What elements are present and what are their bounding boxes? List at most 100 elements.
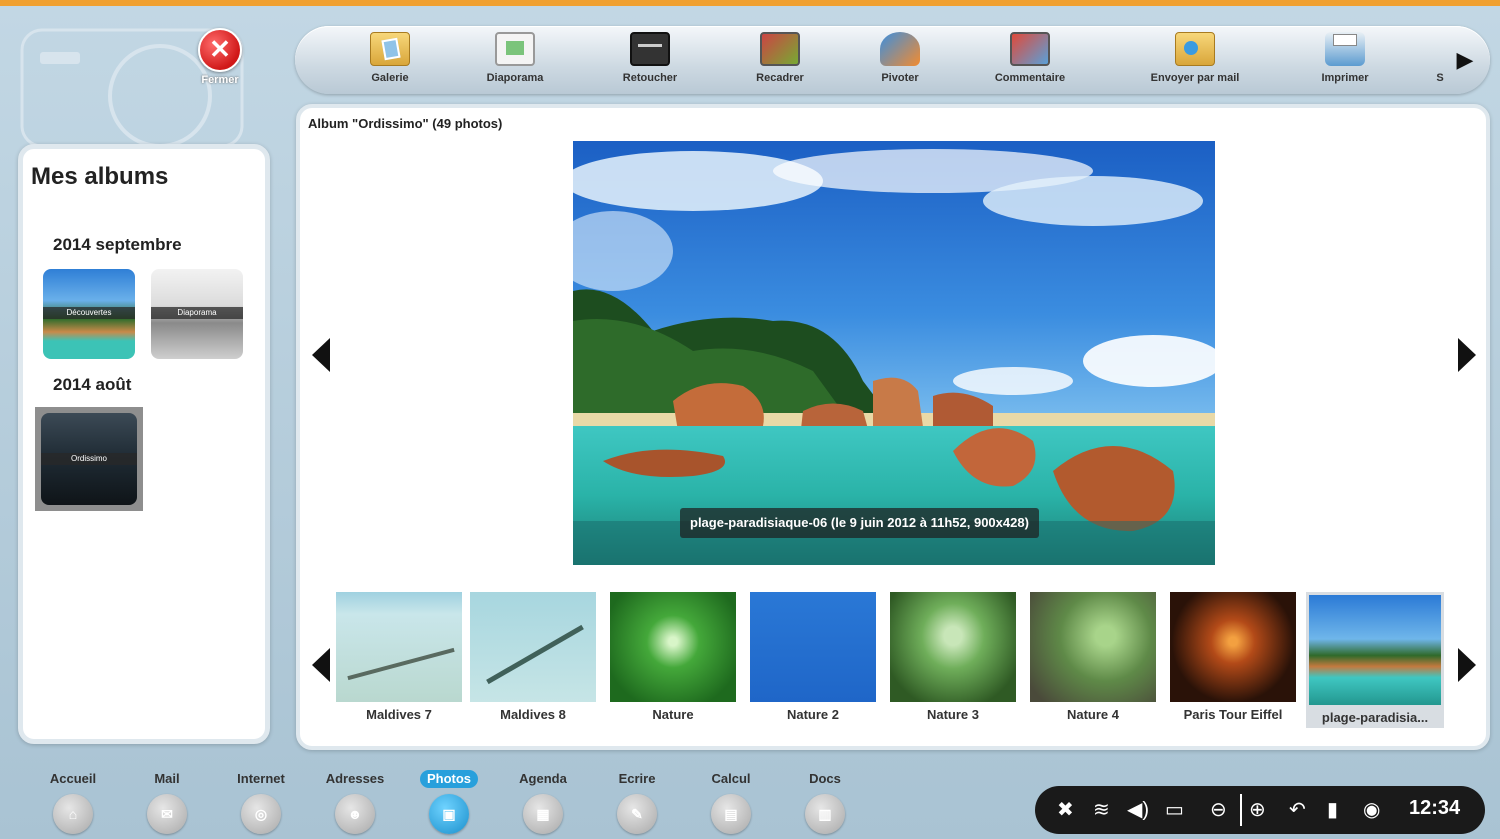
album-caption: Découvertes bbox=[43, 307, 135, 319]
crop-icon bbox=[760, 32, 800, 66]
dock-app-photos[interactable]: Photos ▣ bbox=[404, 770, 494, 834]
clock: 12:34 bbox=[1409, 797, 1461, 819]
album-thumbnail[interactable]: Découvertes bbox=[43, 269, 135, 359]
thumbnail-image bbox=[336, 592, 462, 702]
thumbnail-image bbox=[1309, 595, 1441, 705]
main-photo: plage-paradisiaque-06 (le 9 juin 2012 à … bbox=[573, 141, 1215, 565]
crop-label: Recadrer bbox=[756, 72, 804, 84]
slideshow-icon bbox=[495, 32, 535, 66]
thumbnail-image bbox=[750, 592, 876, 702]
photos-icon: ▣ bbox=[429, 794, 469, 834]
zoom-out-icon[interactable]: ⊖ bbox=[1210, 798, 1227, 822]
next-photo-arrow-icon[interactable] bbox=[1458, 338, 1476, 372]
thumbnail-label: plage-paradisia... bbox=[1321, 710, 1429, 725]
undo-icon[interactable]: ↶ bbox=[1289, 798, 1306, 822]
photo-thumbnail[interactable]: Paris Tour Eiffel bbox=[1170, 592, 1296, 722]
system-tray: ✖ ≋ ◀) ▭ ⊖ ⊕ ↶ ▮ ◉ 12:34 bbox=[1035, 786, 1485, 834]
photo-thumbnail[interactable]: Nature bbox=[610, 592, 736, 722]
comment-button[interactable]: Commentaire bbox=[980, 32, 1080, 88]
thumbnail-image bbox=[890, 592, 1016, 702]
gallery-icon bbox=[370, 32, 410, 66]
dock-app-accueil[interactable]: Accueil ⌂ bbox=[28, 770, 118, 834]
dock-app-label: Ecrire bbox=[618, 771, 656, 786]
strip-next-arrow-icon[interactable] bbox=[1458, 648, 1476, 682]
album-group-year: 2014 août bbox=[53, 375, 132, 394]
zoom-in-icon[interactable]: ⊕ bbox=[1249, 798, 1266, 822]
retouch-icon bbox=[630, 32, 670, 66]
print-icon bbox=[1325, 32, 1365, 66]
print-label: Imprimer bbox=[1321, 72, 1369, 84]
print-button[interactable]: Imprimer bbox=[1310, 32, 1380, 88]
thumbnail-label: Nature bbox=[652, 707, 694, 722]
write-icon: ✎ bbox=[617, 794, 657, 834]
dock-app-label: Adresses bbox=[325, 771, 385, 786]
volume-icon[interactable]: ◀) bbox=[1127, 798, 1149, 822]
tools-icon[interactable]: ✖ bbox=[1057, 798, 1074, 822]
dock-app-label: Docs bbox=[809, 771, 841, 786]
album-title: Album "Ordissimo" (49 photos) bbox=[308, 116, 503, 131]
photo-thumbnail-selected[interactable]: plage-paradisia... bbox=[1306, 592, 1444, 728]
strip-previous-arrow-icon[interactable] bbox=[312, 648, 330, 682]
toolbar-next-icon[interactable]: ▶ bbox=[1450, 40, 1480, 80]
close-icon: ✕ bbox=[198, 28, 242, 72]
dock-app-adresses[interactable]: Adresses ☻ bbox=[310, 770, 400, 834]
photo-caption: plage-paradisiaque-06 (le 9 juin 2012 à … bbox=[680, 508, 1039, 538]
albums-title: Mes albums bbox=[31, 163, 169, 190]
app-window: ✕ Fermer Galerie Diaporama Retoucher Rec… bbox=[0, 0, 1500, 839]
send-mail-label: Envoyer par mail bbox=[1150, 72, 1240, 84]
calculator-icon: ▤ bbox=[711, 794, 751, 834]
trash-icon[interactable]: ▮ bbox=[1327, 798, 1338, 822]
album-group-year: 2014 septembre bbox=[53, 235, 182, 254]
wifi-icon[interactable]: ≋ bbox=[1093, 798, 1110, 822]
rotate-label: Pivoter bbox=[881, 72, 919, 84]
docs-icon: ▥ bbox=[805, 794, 845, 834]
album-thumbnail-selected[interactable]: Ordissimo bbox=[35, 407, 143, 511]
album-thumbnail[interactable]: Diaporama bbox=[151, 269, 243, 359]
crop-button[interactable]: Recadrer bbox=[740, 32, 820, 88]
beach-photo bbox=[573, 141, 1215, 565]
photo-viewer: Album "Ordissimo" (49 photos) plage-para… bbox=[296, 104, 1490, 750]
tray-separator bbox=[1240, 794, 1242, 826]
dock-app-label: Calcul bbox=[711, 771, 751, 786]
dock-app-calcul[interactable]: Calcul ▤ bbox=[686, 770, 776, 834]
previous-photo-arrow-icon[interactable] bbox=[312, 338, 330, 372]
dock-app-mail[interactable]: Mail ✉ bbox=[122, 770, 212, 834]
dock-app-label: Accueil bbox=[49, 771, 97, 786]
contacts-icon: ☻ bbox=[335, 794, 375, 834]
thumbnail-image bbox=[1030, 592, 1156, 702]
dock-app-label: Agenda bbox=[519, 771, 567, 786]
gallery-label: Galerie bbox=[371, 72, 409, 84]
dock-app-docs[interactable]: Docs ▥ bbox=[780, 770, 870, 834]
photo-thumbnail[interactable]: Nature 2 bbox=[750, 592, 876, 722]
send-mail-button[interactable]: Envoyer par mail bbox=[1135, 32, 1255, 88]
album-caption: Diaporama bbox=[151, 307, 243, 319]
thumbnail-label: Nature 4 bbox=[1066, 707, 1120, 722]
retouch-button[interactable]: Retoucher bbox=[610, 32, 690, 88]
close-button[interactable]: ✕ Fermer bbox=[196, 28, 244, 88]
photo-thumbnail[interactable]: Nature 4 bbox=[1030, 592, 1156, 722]
thumbnail-image bbox=[610, 592, 736, 702]
photo-toolbar: Galerie Diaporama Retoucher Recadrer Piv… bbox=[295, 26, 1490, 94]
close-label: Fermer bbox=[201, 74, 239, 86]
rotate-button[interactable]: Pivoter bbox=[865, 32, 935, 88]
retouch-label: Retoucher bbox=[622, 72, 678, 84]
gallery-button[interactable]: Galerie bbox=[355, 32, 425, 88]
photo-thumbnail[interactable]: Maldives 8 bbox=[470, 592, 596, 722]
help-icon[interactable]: ◉ bbox=[1363, 798, 1380, 822]
more-tools-label-button[interactable]: S bbox=[1430, 32, 1450, 88]
internet-icon: ◎ bbox=[241, 794, 281, 834]
slideshow-button[interactable]: Diaporama bbox=[475, 32, 555, 88]
album-caption: Ordissimo bbox=[41, 453, 137, 465]
agenda-icon: ▦ bbox=[523, 794, 563, 834]
thumbnail-image bbox=[470, 592, 596, 702]
dock-app-agenda[interactable]: Agenda ▦ bbox=[498, 770, 588, 834]
dock-app-ecrire[interactable]: Ecrire ✎ bbox=[592, 770, 682, 834]
battery-icon[interactable]: ▭ bbox=[1165, 798, 1184, 822]
thumbnail-label: Maldives 8 bbox=[500, 707, 566, 722]
dock-app-label: Photos bbox=[419, 770, 479, 788]
slideshow-label: Diaporama bbox=[486, 72, 544, 84]
dock-app-internet[interactable]: Internet ◎ bbox=[216, 770, 306, 834]
photo-thumbnail[interactable]: Nature 3 bbox=[890, 592, 1016, 722]
thumbnail-label: Nature 3 bbox=[926, 707, 980, 722]
photo-thumbnail[interactable]: Maldives 7 bbox=[336, 592, 462, 722]
